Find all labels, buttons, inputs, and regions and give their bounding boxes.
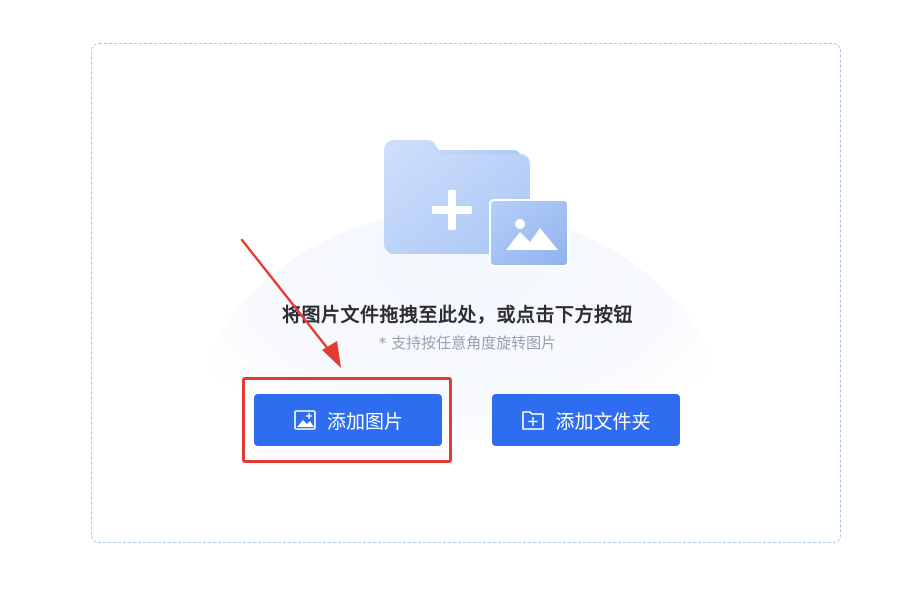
folder-plus-icon [521, 408, 545, 432]
page: 将图片文件拖拽至此处，或点击下方按钮 * 支持按任意角度旋转图片 添加图片 添加… [0, 0, 915, 602]
add-folder-label: 添加文件夹 [555, 410, 651, 433]
add-folder-button[interactable]: 添加文件夹 [492, 394, 680, 446]
drop-instruction: 将图片文件拖拽至此处，或点击下方按钮 [281, 304, 633, 326]
folder-with-image-icon [384, 139, 569, 267]
rotation-support-note: * 支持按任意角度旋转图片 [378, 334, 557, 352]
annotation-highlight-box [242, 377, 452, 463]
